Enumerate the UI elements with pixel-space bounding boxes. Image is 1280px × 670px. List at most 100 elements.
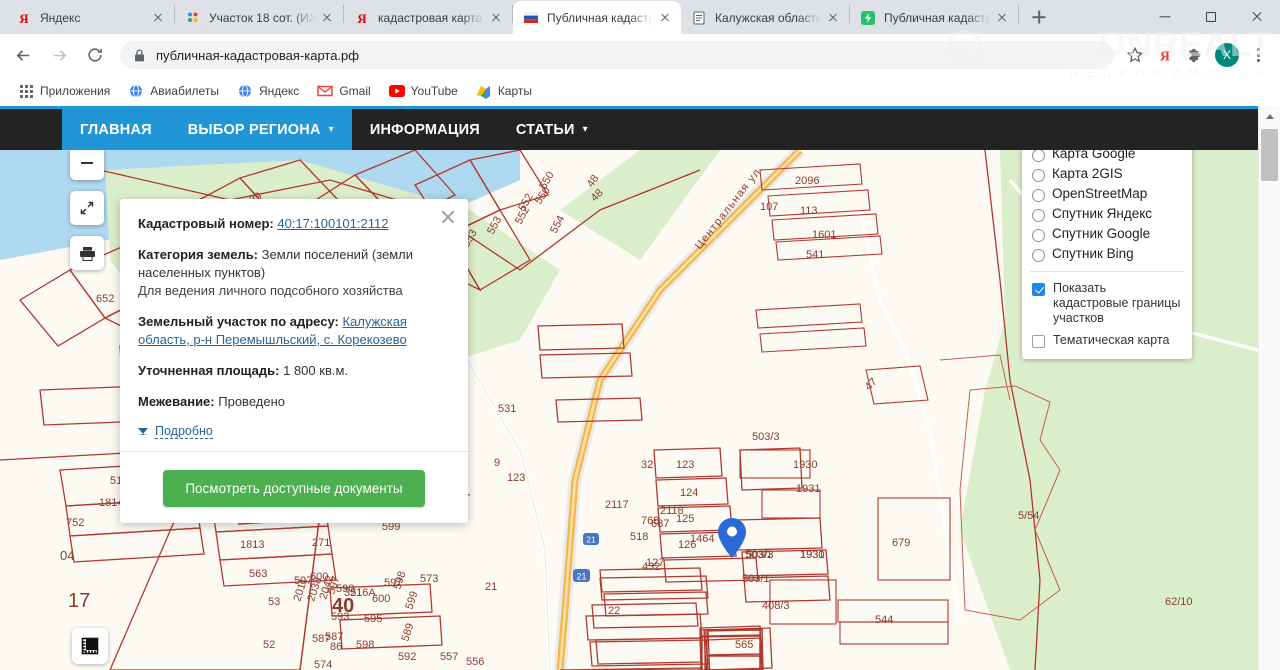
close-icon[interactable] <box>438 207 458 227</box>
svg-text:21: 21 <box>586 535 596 545</box>
fullscreen-button[interactable] <box>70 191 104 225</box>
svg-text:62/10: 62/10 <box>1165 596 1193 608</box>
scrollbar-thumb[interactable] <box>1261 129 1278 181</box>
bookmark-label: Приложения <box>40 84 111 98</box>
details-toggle[interactable]: Подробно <box>138 424 450 439</box>
radio-icon[interactable] <box>1032 189 1045 202</box>
close-icon[interactable] <box>319 10 335 26</box>
browser-tab-1[interactable]: Я Яндекс <box>6 1 174 34</box>
layer-label: Спутник Яндекс <box>1052 206 1153 221</box>
survey-value: Проведено <box>218 394 285 409</box>
layer-option-google-satellite[interactable]: Спутник Google <box>1022 224 1192 244</box>
radio-icon[interactable] <box>1032 169 1045 182</box>
browser-tab-4-active[interactable]: Публичная кадастр <box>513 1 681 34</box>
cadastral-map[interactable]: .pb { fill:none; stroke:#b0392f; stroke-… <box>0 150 1258 670</box>
triangle-down-icon <box>138 428 148 435</box>
survey-row: Межевание: Проведено <box>138 393 450 411</box>
option-show-cadastral-borders[interactable]: Показать кадастровые границы участков <box>1022 279 1192 331</box>
window-close-button[interactable] <box>1234 0 1280 34</box>
layer-option-yandex-satellite[interactable]: Спутник Яндекс <box>1022 204 1192 224</box>
globe-icon <box>128 83 144 99</box>
print-button[interactable] <box>70 236 104 270</box>
parcel-info-popup: Кадастровый номер: 40:17:100101:2112 Кат… <box>120 199 468 523</box>
radio-icon[interactable] <box>1032 150 1045 162</box>
bookmark-apps[interactable]: Приложения <box>10 80 118 102</box>
svg-text:53: 53 <box>268 596 280 608</box>
measure-area-button[interactable] <box>72 628 108 664</box>
checkbox-checked-icon[interactable] <box>1032 283 1045 296</box>
close-icon[interactable] <box>994 10 1010 26</box>
svg-text:574: 574 <box>314 659 332 670</box>
reload-button[interactable] <box>80 40 110 70</box>
scroll-up-button[interactable] <box>1259 106 1280 126</box>
svg-text:592: 592 <box>398 651 416 663</box>
layer-option-bing-satellite[interactable]: Спутник Bing <box>1022 244 1192 264</box>
view-documents-button[interactable]: Посмотреть доступные документы <box>163 470 425 507</box>
browser-window: Я Яндекс Участок 18 сот. (ИЖ Я кадастров… <box>0 0 1280 670</box>
nav-item-vybor-regiona[interactable]: ВЫБОР РЕГИОНА ▾ <box>169 109 352 150</box>
extensions-puzzle-icon[interactable] <box>1180 40 1210 70</box>
bookmark-gmail[interactable]: Gmail <box>309 80 378 102</box>
cadastral-number-link[interactable]: 40:17:100101:2112 <box>277 216 388 231</box>
bookmark-yandex[interactable]: Яндекс <box>229 80 307 102</box>
address-bar[interactable]: публичная-кадастровая-карта.рф <box>120 41 1114 69</box>
new-tab-button[interactable] <box>1025 3 1053 31</box>
layers-panel: Карта Google Карта 2GIS OpenStreetMap Сп… <box>1022 150 1192 359</box>
svg-text:587: 587 <box>312 633 330 645</box>
browser-toolbar: публичная-кадастровая-карта.рф Я X <box>0 34 1280 76</box>
forward-button[interactable] <box>44 40 74 70</box>
svg-text:593: 593 <box>331 611 349 623</box>
documents-button-wrap: Посмотреть доступные документы <box>138 452 450 523</box>
browser-tab-5[interactable]: Калужская область <box>681 1 849 34</box>
browser-tab-6[interactable]: Публичная кадастр <box>850 1 1018 34</box>
ru-flag-icon <box>523 10 539 26</box>
checkbox-icon[interactable] <box>1032 335 1045 348</box>
selected-parcel-marker[interactable] <box>718 518 746 558</box>
radio-icon[interactable] <box>1032 209 1045 222</box>
zoom-out-button[interactable] <box>70 150 104 180</box>
layer-option-openstreetmap[interactable]: OpenStreetMap <box>1022 184 1192 204</box>
layer-label: Спутник Google <box>1052 226 1151 241</box>
tab-title: кадастровая карта - <box>378 10 484 25</box>
radio-icon[interactable] <box>1032 229 1045 242</box>
bookmark-label: Gmail <box>339 84 371 98</box>
svg-text:518: 518 <box>630 531 648 543</box>
window-controls <box>1142 0 1280 34</box>
svg-text:1464: 1464 <box>690 533 714 545</box>
layer-option-2gis-map[interactable]: Карта 2GIS <box>1022 164 1192 184</box>
back-button[interactable] <box>8 40 38 70</box>
bookmark-aviabilety[interactable]: Авиабилеты <box>120 80 227 102</box>
svg-text:595: 595 <box>364 613 382 625</box>
browser-tab-2[interactable]: Участок 18 сот. (ИЖ <box>175 1 343 34</box>
bookmark-star-icon[interactable] <box>1120 40 1150 70</box>
tab-title: Калужская область <box>715 10 821 25</box>
gmail-icon <box>317 83 334 99</box>
option-thematic-map[interactable]: Тематическая карта <box>1022 331 1192 353</box>
nav-item-glavnaya[interactable]: ГЛАВНАЯ <box>62 109 170 150</box>
svg-text:752: 752 <box>66 517 84 529</box>
chrome-menu-icon[interactable] <box>1244 41 1272 69</box>
bookmark-youtube[interactable]: YouTube <box>381 80 466 102</box>
nav-label: ГЛАВНАЯ <box>80 121 152 138</box>
svg-text:598: 598 <box>356 639 374 651</box>
nav-item-stati[interactable]: СТАТЬИ ▾ <box>498 109 606 150</box>
layer-option-google-map[interactable]: Карта Google <box>1022 150 1192 164</box>
maximize-button[interactable] <box>1188 0 1234 34</box>
accent-bar <box>0 106 1258 109</box>
svg-text:22: 22 <box>608 605 620 617</box>
avatar[interactable]: X <box>1215 43 1239 67</box>
yandex-extension-icon[interactable]: Я <box>1150 40 1180 70</box>
svg-text:1813: 1813 <box>240 539 264 551</box>
close-icon[interactable] <box>150 10 166 26</box>
svg-text:503/1: 503/1 <box>742 573 770 585</box>
close-icon[interactable] <box>825 10 841 26</box>
close-icon[interactable] <box>488 10 504 26</box>
nav-item-informaciya[interactable]: ИНФОРМАЦИЯ <box>352 109 498 150</box>
close-icon[interactable] <box>657 10 673 26</box>
browser-tab-3[interactable]: Я кадастровая карта - <box>344 1 512 34</box>
radio-icon[interactable] <box>1032 249 1045 262</box>
bookmark-maps[interactable]: Карты <box>468 80 540 102</box>
svg-text:1930: 1930 <box>793 459 817 471</box>
page-scrollbar[interactable] <box>1258 106 1280 670</box>
minimize-button[interactable] <box>1142 0 1188 34</box>
